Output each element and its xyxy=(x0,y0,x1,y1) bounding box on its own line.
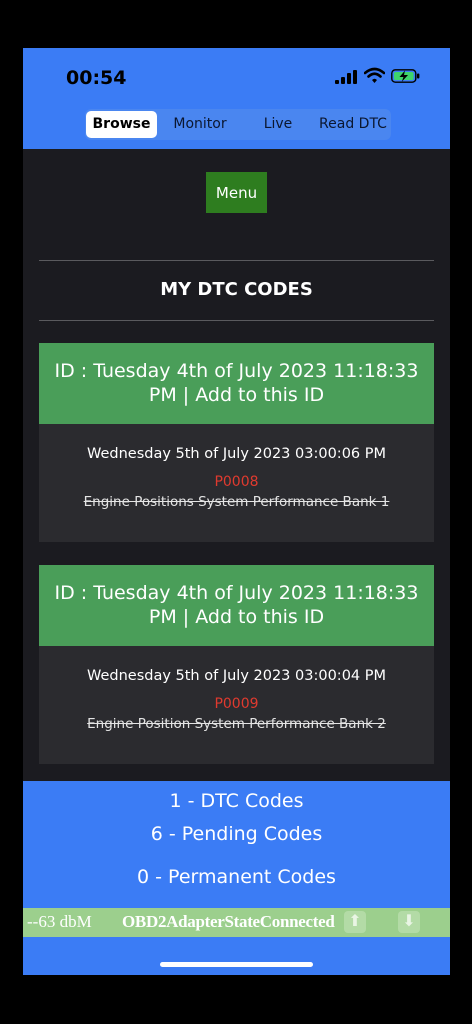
card-date: Wednesday 5th of July 2023 03:00:04 PM xyxy=(86,668,387,684)
adapter-state: OBD2AdapterStateConnected xyxy=(122,912,335,931)
tab-monitor[interactable]: Monitor xyxy=(165,109,235,140)
signal-icon xyxy=(335,70,357,84)
top-tab-bar: Browse Monitor Live Read DTC xyxy=(85,109,391,140)
dtc-card: ID : Tuesday 4th of July 2023 11:18:33 P… xyxy=(39,565,434,764)
card-body: Wednesday 5th of July 2023 03:00:04 PM P… xyxy=(39,646,434,764)
dtc-count: 1 - DTC Codes xyxy=(169,790,304,812)
card-header-add-to-id[interactable]: ID : Tuesday 4th of July 2023 11:18:33 P… xyxy=(39,343,434,424)
dtc-code: P0009 xyxy=(214,696,259,712)
divider-bottom xyxy=(39,320,434,321)
home-indicator[interactable] xyxy=(160,962,313,967)
divider-top xyxy=(39,260,434,261)
wifi-icon xyxy=(364,67,385,83)
menu-button[interactable]: Menu xyxy=(206,172,267,213)
card-body: Wednesday 5th of July 2023 03:00:06 PM P… xyxy=(39,424,434,542)
card-header-add-to-id[interactable]: ID : Tuesday 4th of July 2023 11:18:33 P… xyxy=(39,565,434,646)
content-area: Menu MY DTC CODES ID : Tuesday 4th of Ju… xyxy=(23,149,450,781)
phone-screen: 00:54 Browse Monitor Live Read DTC Menu … xyxy=(23,48,450,975)
card-date: Wednesday 5th of July 2023 03:00:06 PM xyxy=(86,446,387,462)
page-title: MY DTC CODES xyxy=(160,279,313,300)
tab-browse[interactable]: Browse xyxy=(86,111,157,138)
dtc-card: ID : Tuesday 4th of July 2023 11:18:33 P… xyxy=(39,343,434,542)
arrow-up-icon[interactable]: ⬆ xyxy=(344,911,366,933)
battery-charging-icon xyxy=(391,69,420,83)
tab-live[interactable]: Live xyxy=(241,109,315,140)
dtc-code: P0008 xyxy=(214,474,259,490)
dtc-description: Engine Positions System Performance Bank… xyxy=(83,494,390,510)
tab-read-dtc[interactable]: Read DTC xyxy=(315,109,391,140)
pending-count: 6 - Pending Codes xyxy=(150,823,323,845)
status-time: 00:54 xyxy=(66,67,127,89)
signal-strength: --63 dbM xyxy=(27,912,92,931)
adapter-status-bar: --63 dbM OBD2AdapterStateConnected ⬆ ⬇ xyxy=(23,908,450,937)
status-bar: 00:54 xyxy=(23,48,450,106)
dtc-description: Engine Position System Performance Bank … xyxy=(87,716,386,732)
permanent-count: 0 - Permanent Codes xyxy=(137,866,336,888)
arrow-down-icon[interactable]: ⬇ xyxy=(398,911,420,933)
